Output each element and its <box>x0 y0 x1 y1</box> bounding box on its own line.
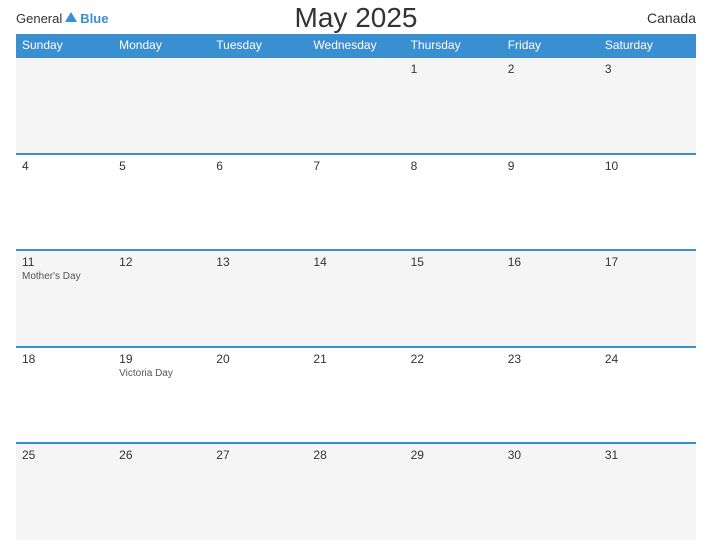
month-title: May 2025 <box>295 2 418 34</box>
calendar-cell: 24 <box>599 347 696 444</box>
calendar-cell: 12 <box>113 250 210 347</box>
calendar-cell: 29 <box>405 443 502 540</box>
day-number: 5 <box>119 159 204 173</box>
calendar-cell <box>307 57 404 154</box>
calendar-cell <box>113 57 210 154</box>
day-number: 11 <box>22 255 107 269</box>
header-thursday: Thursday <box>405 34 502 57</box>
calendar-cell: 27 <box>210 443 307 540</box>
calendar-cell <box>210 57 307 154</box>
day-number: 9 <box>508 159 593 173</box>
event-label: Mother's Day <box>22 271 107 282</box>
calendar-cell: 30 <box>502 443 599 540</box>
day-number: 2 <box>508 62 593 76</box>
calendar-cell: 28 <box>307 443 404 540</box>
day-number: 28 <box>313 448 398 462</box>
day-number: 30 <box>508 448 593 462</box>
calendar-cell: 18 <box>16 347 113 444</box>
calendar-cell: 26 <box>113 443 210 540</box>
calendar-cell: 14 <box>307 250 404 347</box>
weekday-header-row: Sunday Monday Tuesday Wednesday Thursday… <box>16 34 696 57</box>
calendar-cell <box>16 57 113 154</box>
day-number: 19 <box>119 352 204 366</box>
day-number: 26 <box>119 448 204 462</box>
day-number: 14 <box>313 255 398 269</box>
day-number: 3 <box>605 62 690 76</box>
day-number: 8 <box>411 159 496 173</box>
calendar-cell: 4 <box>16 154 113 251</box>
calendar-cell: 9 <box>502 154 599 251</box>
day-number: 27 <box>216 448 301 462</box>
calendar-cell: 8 <box>405 154 502 251</box>
day-number: 10 <box>605 159 690 173</box>
calendar-cell: 5 <box>113 154 210 251</box>
day-number: 29 <box>411 448 496 462</box>
calendar-cell: 20 <box>210 347 307 444</box>
day-number: 13 <box>216 255 301 269</box>
header-saturday: Saturday <box>599 34 696 57</box>
calendar-cell: 10 <box>599 154 696 251</box>
calendar-week-row: 11 Mother's Day 12 13 14 15 16 17 <box>16 250 696 347</box>
calendar-cell: 2 <box>502 57 599 154</box>
calendar-cell: 19 Victoria Day <box>113 347 210 444</box>
country-label: Canada <box>647 10 696 26</box>
calendar-cell: 25 <box>16 443 113 540</box>
calendar-cell: 23 <box>502 347 599 444</box>
day-number: 4 <box>22 159 107 173</box>
logo-blue-text: Blue <box>80 11 108 26</box>
day-number: 20 <box>216 352 301 366</box>
header-tuesday: Tuesday <box>210 34 307 57</box>
logo-general-text: General <box>16 11 62 26</box>
calendar-week-row: 123 <box>16 57 696 154</box>
day-number: 31 <box>605 448 690 462</box>
calendar-cell: 11 Mother's Day <box>16 250 113 347</box>
header-sunday: Sunday <box>16 34 113 57</box>
calendar-header: General Blue May 2025 Canada <box>16 10 696 26</box>
day-number: 23 <box>508 352 593 366</box>
logo: General Blue <box>16 11 108 26</box>
header-friday: Friday <box>502 34 599 57</box>
header-monday: Monday <box>113 34 210 57</box>
day-number: 17 <box>605 255 690 269</box>
day-number: 22 <box>411 352 496 366</box>
calendar-cell: 13 <box>210 250 307 347</box>
day-number: 21 <box>313 352 398 366</box>
calendar-cell: 1 <box>405 57 502 154</box>
day-number: 16 <box>508 255 593 269</box>
day-number: 24 <box>605 352 690 366</box>
calendar-cell: 16 <box>502 250 599 347</box>
calendar-cell: 21 <box>307 347 404 444</box>
day-number: 7 <box>313 159 398 173</box>
calendar-cell: 7 <box>307 154 404 251</box>
calendar-table: Sunday Monday Tuesday Wednesday Thursday… <box>16 34 696 540</box>
logo-triangle-icon <box>65 12 77 22</box>
event-label: Victoria Day <box>119 368 204 379</box>
calendar-cell: 31 <box>599 443 696 540</box>
calendar-week-row: 456789 10 <box>16 154 696 251</box>
day-number: 15 <box>411 255 496 269</box>
calendar-cell: 3 <box>599 57 696 154</box>
day-number: 12 <box>119 255 204 269</box>
day-number: 18 <box>22 352 107 366</box>
day-number: 1 <box>411 62 496 76</box>
header-wednesday: Wednesday <box>307 34 404 57</box>
calendar-cell: 17 <box>599 250 696 347</box>
calendar-wrapper: General Blue May 2025 Canada Sunday Mond… <box>0 0 712 550</box>
calendar-cell: 15 <box>405 250 502 347</box>
day-number: 25 <box>22 448 107 462</box>
calendar-cell: 6 <box>210 154 307 251</box>
calendar-week-row: 25 26 27 28 29 30 31 <box>16 443 696 540</box>
day-number: 6 <box>216 159 301 173</box>
calendar-week-row: 18 19 Victoria Day 20 21 22 23 24 <box>16 347 696 444</box>
calendar-cell: 22 <box>405 347 502 444</box>
